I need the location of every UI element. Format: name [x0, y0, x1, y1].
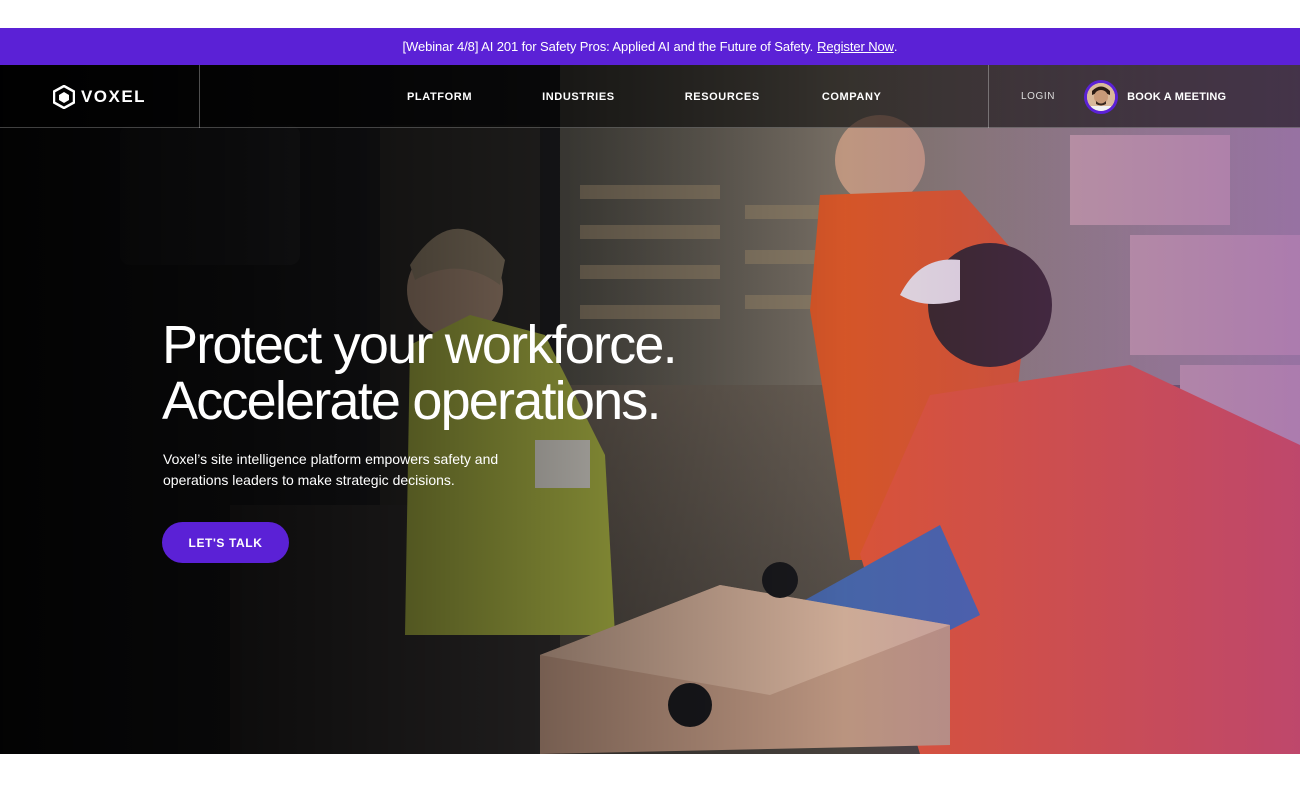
avatar-photo: [1087, 82, 1116, 111]
nav-links: PLATFORM INDUSTRIES RESOURCES COMPANY: [380, 65, 881, 128]
hero-headline: Protect your workforce. Accelerate opera…: [162, 315, 678, 431]
voxel-logo-hex-icon: [52, 84, 75, 109]
book-meeting-link[interactable]: BOOK A MEETING: [1127, 91, 1226, 103]
avatar[interactable]: [1084, 79, 1119, 114]
lets-talk-button[interactable]: LET'S TALK: [162, 522, 289, 563]
announcement-banner: [Webinar 4/8] AI 201 for Safety Pros: Ap…: [0, 28, 1300, 65]
headline-line-1: Protect your workforce.: [162, 315, 678, 375]
headline-line-2: Accelerate operations.: [162, 371, 662, 431]
banner-text: [Webinar 4/8] AI 201 for Safety Pros: Ap…: [402, 39, 814, 54]
register-now-link[interactable]: Register Now: [817, 39, 894, 54]
nav-link-company[interactable]: COMPANY: [822, 91, 882, 103]
login-link[interactable]: LOGIN: [1021, 91, 1055, 102]
nav-link-industries[interactable]: INDUSTRIES: [542, 91, 615, 103]
nav-actions: LOGIN BOOK A MEETING: [988, 65, 1300, 128]
page: [Webinar 4/8] AI 201 for Safety Pros: Ap…: [0, 0, 1300, 788]
nav-link-resources[interactable]: RESOURCES: [685, 91, 760, 103]
logo-text: VOXEL: [80, 86, 147, 106]
hero-section: VOXEL PLATFORM INDUSTRIES RESOURCES COMP…: [0, 65, 1300, 754]
hero-subcopy: Voxel’s site intelligence platform empow…: [163, 451, 499, 488]
main-nav: VOXEL PLATFORM INDUSTRIES RESOURCES COMP…: [0, 65, 1300, 128]
banner-trailing: .: [893, 39, 898, 54]
voxel-logo[interactable]: VOXEL: [0, 65, 200, 128]
nav-link-platform[interactable]: PLATFORM: [407, 91, 472, 103]
